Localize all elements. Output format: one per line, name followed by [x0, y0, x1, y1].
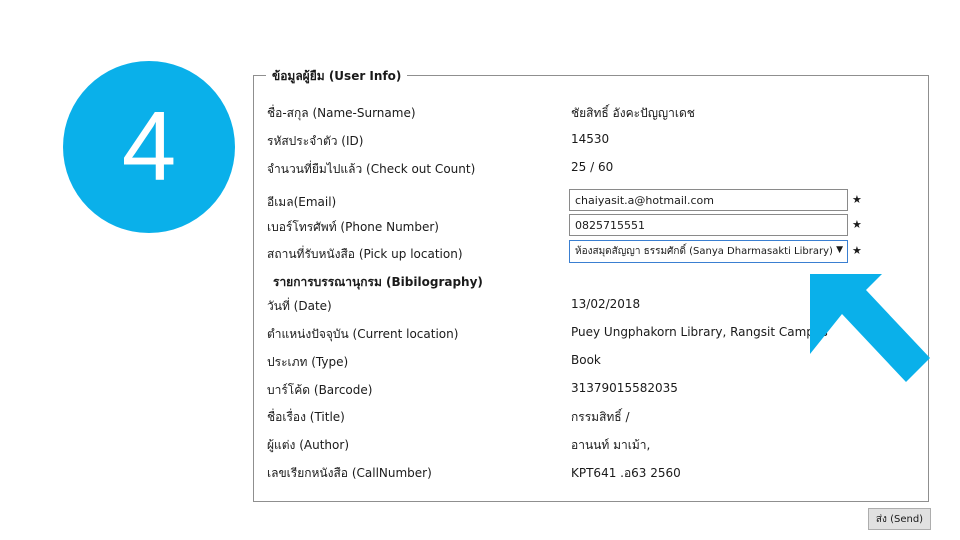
email-field[interactable]	[569, 189, 848, 211]
date-value: 13/02/2018	[571, 297, 641, 311]
title-value: กรรมสิทธิ์ /	[571, 410, 630, 424]
step-number-badge: 4	[63, 61, 235, 233]
date-label: วันที่ (Date)	[267, 299, 332, 313]
email-label: อีเมล(Email)	[267, 195, 337, 209]
phone-required-star: ★	[852, 218, 862, 231]
pickup-required-star: ★	[852, 244, 862, 257]
type-label: ประเภท (Type)	[267, 355, 349, 369]
name-value: ชัยสิทธิ์ อังคะปัญญาเดช	[571, 106, 695, 120]
current-location-label: ตำแหน่งปัจจุบัน (Current location)	[267, 327, 459, 341]
author-label: ผู้แต่ง (Author)	[267, 438, 349, 452]
pickup-location-selected: ห้องสมุดสัญญา ธรรมศักดิ์ (Sanya Dharmasa…	[575, 246, 833, 257]
callnumber-label: เลขเรียกหนังสือ (CallNumber)	[267, 466, 432, 480]
send-button[interactable]: ส่ง (Send)	[868, 508, 931, 530]
type-value: Book	[571, 353, 601, 367]
bibliography-title: รายการบรรณานุกรม (Bibilography)	[273, 275, 483, 289]
email-required-star: ★	[852, 193, 862, 206]
phone-field[interactable]	[569, 214, 848, 236]
chevron-down-icon: ▼	[836, 245, 843, 255]
pickup-location-label: สถานที่รับหนังสือ (Pick up location)	[267, 247, 463, 261]
user-info-legend: ข้อมูลผู้ยืม (User Info)	[266, 67, 408, 86]
pickup-location-select[interactable]: ห้องสมุดสัญญา ธรรมศักดิ์ (Sanya Dharmasa…	[569, 240, 848, 263]
author-value: อานนท์ มาเม้า,	[571, 438, 651, 452]
checkout-count-label: จำนวนที่ยืมไปแล้ว (Check out Count)	[267, 162, 476, 176]
phone-label: เบอร์โทรศัพท์ (Phone Number)	[267, 220, 439, 234]
name-label: ชื่อ-สกุล (Name-Surname)	[267, 106, 416, 120]
checkout-count-value: 25 / 60	[571, 160, 614, 174]
current-location-value: Puey Ungphakorn Library, Rangsit Campus	[571, 325, 828, 339]
title-label: ชื่อเรื่อง (Title)	[267, 410, 345, 424]
big-arrow-pointer-icon	[810, 274, 930, 382]
callnumber-value: KPT641 .อ63 2560	[571, 466, 681, 480]
id-value: 14530	[571, 132, 610, 146]
barcode-value: 31379015582035	[571, 381, 678, 395]
barcode-label: บาร์โค้ด (Barcode)	[267, 383, 373, 397]
step-number: 4	[121, 91, 177, 201]
id-label: รหัสประจำตัว (ID)	[267, 134, 364, 148]
